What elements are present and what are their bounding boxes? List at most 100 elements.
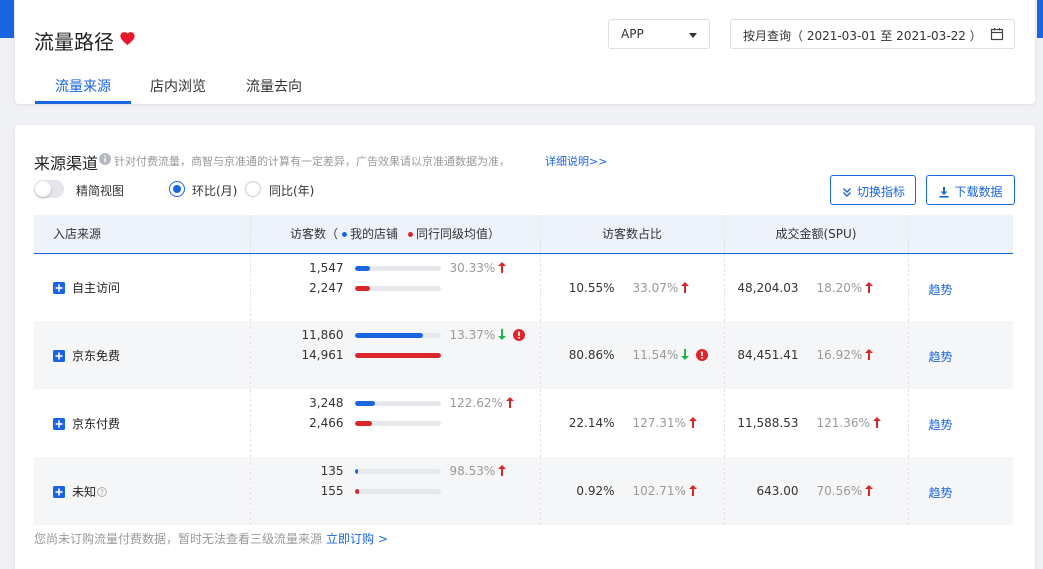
visitor-share-cell: 10.55% 33.07% [540,253,725,321]
switch-metrics-button[interactable]: 切换指标 [830,175,916,205]
arrow-up-icon [865,281,874,293]
warning-icon[interactable] [513,329,526,341]
expand-plus-icon[interactable] [53,349,65,362]
visitors-peer: 2,247 [309,280,344,295]
trend-link[interactable]: 趋势 [929,416,953,433]
visitors-mine-bar [354,401,376,406]
visitors-mine-line: 11,860 13.37% [251,328,540,346]
details-link[interactable]: 详细说明>> [545,153,607,169]
visitors-peer-bar-track [354,285,441,291]
visitors-change-value: 122.62% [449,396,503,410]
visitors-peer-bar-track [354,353,441,358]
arrow-up-icon [498,261,507,273]
date-range-value: 按月查询（ 2021-03-01 至 2021-03-22 ） [743,29,982,43]
arrow-up-icon [505,397,514,408]
date-range-picker[interactable]: 按月查询（ 2021-03-01 至 2021-03-22 ） [730,19,1015,49]
switch-metrics-label: 切换指标 [856,185,905,199]
visitors-change: 122.62% [450,396,514,410]
visitors-mine-line: 135 98.53% [251,464,540,482]
visitors-peer-line: 2,466 [251,416,540,434]
header-visitors-prefix: 访客数（ [289,227,338,242]
visitors-change-value: 30.33% [449,260,496,275]
source-cell: 自主访问 [34,253,251,321]
visitors-change: 98.53% [450,464,507,478]
tab-traffic-source[interactable]: 流量来源 [55,76,111,96]
compact-view-toggle[interactable] [34,180,64,198]
visitors-change: 30.33% [450,261,507,275]
source-cell: 京东免费 [34,321,251,389]
source-channel-card: 来源渠道 针对付费流量，商智与京准通的计算有一定差异，广告效果请以京准通数据为准… [15,125,1035,569]
visitors-peer-bar [354,353,441,358]
gmv-value: 84,451.41 [737,348,799,362]
section-title: 来源渠道 [34,154,99,173]
visitors-peer-bar-track [354,421,441,426]
header-actions [908,215,1013,254]
source-cell: 京东付费 [34,389,251,457]
visitors-mine-line: 1,547 30.33% [251,261,540,279]
active-tab-indicator [35,101,131,104]
source-name: 京东付费 [72,416,121,431]
legend-my-store: 我的店铺 [349,227,398,242]
tab-traffic-destination[interactable]: 流量去向 [246,76,302,96]
gmv-cell: 11,588.53 121.36% [724,389,909,457]
visitor-share-change-value: 11.54% [632,348,679,362]
visitor-share: 22.14% [568,416,615,430]
download-data-label: 下载数据 [954,185,1003,199]
expand-plus-icon[interactable] [53,281,65,294]
tab-store-browse[interactable]: 店内浏览 [150,76,206,96]
header-visitors: 访客数（ 我的店铺 同行同级均值） [250,215,541,254]
visitors-mine: 3,248 [309,396,344,410]
visitors-mine-line: 3,248 122.62% [251,396,540,414]
table-header-row: 入店来源 访客数（ 我的店铺 同行同级均值） 访客数占比 成交金额(SPU) [34,215,1013,254]
visitors-peer-bar [354,285,370,291]
arrow-up-icon [688,485,697,496]
trend-link[interactable]: 趋势 [929,484,953,501]
visitors-cell: 11,860 13.37% 14,961 [250,321,541,389]
visitor-share-change: 127.31% [633,416,697,430]
footer-note: 您尚未订购流量付费数据，暂时无法查看三级流量来源 立即订购 > [34,530,388,547]
gmv-change-value: 121.36% [816,416,870,430]
source-name: 京东免费 [72,348,121,363]
trend-link[interactable]: 趋势 [929,281,953,298]
visitors-peer-line: 155 [251,484,540,502]
visitors-mine-bar-track [354,333,441,338]
source-name: 自主访问 [72,280,121,295]
expand-plus-icon[interactable] [53,417,65,430]
caret-down-icon [689,33,697,38]
radio-year-over-year[interactable] [245,181,261,197]
table-row: 自主访问 1,547 30.33% 2,247 10.55% 33.07% 48,204.0… [34,253,1013,321]
gmv-change-value: 18.20% [816,280,863,295]
warning-icon[interactable] [696,349,709,361]
arrow-up-icon [872,417,881,428]
radio-month-over-month[interactable] [169,181,185,197]
double-chevron-down-icon [842,188,851,197]
expand-plus-icon[interactable] [53,485,65,498]
header-source: 入店来源 [34,215,251,254]
subscribe-now-link[interactable]: 立即订购 > [326,532,388,546]
download-data-button[interactable]: 下载数据 [926,175,1015,205]
trend-link[interactable]: 趋势 [929,348,953,365]
visitors-change: 13.37% [450,328,526,342]
visitor-share-cell: 22.14% 127.31% [540,389,725,457]
visitor-share: 0.92% [576,484,615,498]
gmv-cell: 84,451.41 16.92% [724,321,909,389]
heart-icon[interactable] [119,30,136,47]
download-icon [939,187,949,198]
table-row: 京东免费 11,860 13.37% 14,961 80.86% 11.54% 84,451… [34,321,1013,389]
gmv-cell: 643.00 70.56% [724,457,909,525]
visitor-share-change: 33.07% [633,281,690,295]
actions-cell: 趋势 [908,253,1013,321]
help-icon[interactable]: ? [97,486,107,497]
table-row: 京东付费 3,248 122.62% 2,466 22.14% 127.31% 11,588… [34,389,1013,457]
header-card: 流量路径 APP 按月查询（ 2021-03-01 至 2021-03-22 ）… [15,0,1035,104]
legend-dot-peer [408,231,413,237]
actions-cell: 趋势 [908,457,1013,525]
source-table: 入店来源 访客数（ 我的店铺 同行同级均值） 访客数占比 成交金额(SPU) 自主访… [34,215,1013,525]
arrow-down-icon [681,349,690,360]
visitor-share-change-value: 102.71% [632,484,686,498]
info-icon[interactable] [99,153,111,165]
gmv-change: 18.20% [817,281,874,295]
visitor-share-change-value: 33.07% [632,280,679,295]
platform-select[interactable]: APP [608,19,710,49]
toggle-knob [35,181,51,197]
